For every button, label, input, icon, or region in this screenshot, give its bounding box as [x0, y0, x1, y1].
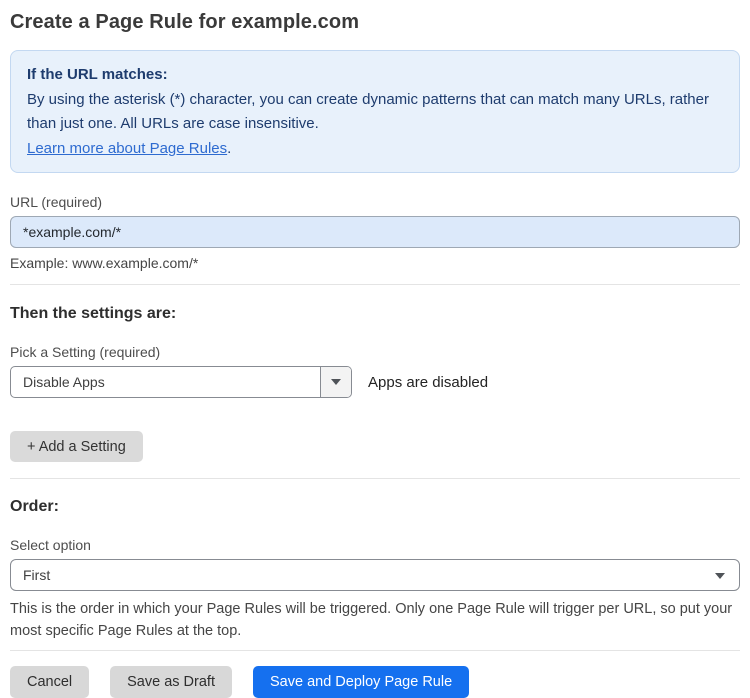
- url-field-label: URL (required): [10, 194, 103, 210]
- chevron-down-icon: [715, 573, 725, 579]
- url-example-helper: Example: www.example.com/*: [10, 255, 199, 271]
- save-and-deploy-button[interactable]: Save and Deploy Page Rule: [252, 666, 470, 698]
- order-section-heading: Order:: [10, 498, 59, 515]
- setting-select[interactable]: Disable Apps: [10, 366, 352, 398]
- url-input[interactable]: [10, 216, 740, 248]
- info-box-link-line: Learn more about Page Rules.: [27, 137, 723, 162]
- order-select-label: Select option: [10, 537, 91, 553]
- setting-select-value: Disable Apps: [23, 374, 105, 390]
- order-select-value: First: [23, 567, 51, 583]
- settings-section-heading: Then the settings are:: [10, 305, 177, 322]
- info-box-heading: If the URL matches:: [27, 66, 168, 83]
- order-select[interactable]: First: [10, 559, 740, 591]
- divider: [10, 478, 740, 479]
- link-period: .: [227, 139, 232, 157]
- info-box-body: By using the asterisk (*) character, you…: [27, 90, 709, 133]
- learn-more-link[interactable]: Learn more about Page Rules: [27, 140, 227, 157]
- chevron-down-icon: [331, 379, 341, 385]
- divider: [10, 650, 740, 651]
- pick-setting-label: Pick a Setting (required): [10, 344, 161, 360]
- page-title: Create a Page Rule for example.com: [10, 11, 360, 33]
- page-rule-form: Create a Page Rule for example.com If th…: [0, 9, 750, 698]
- order-helper-text: This is the order in which your Page Rul…: [10, 601, 733, 639]
- form-actions: Cancel Save as Draft Save and Deploy Pag…: [10, 666, 740, 698]
- cancel-button[interactable]: Cancel: [10, 666, 90, 698]
- save-as-draft-button[interactable]: Save as Draft: [110, 666, 232, 698]
- url-match-info-box: If the URL matches: By using the asteris…: [10, 50, 740, 173]
- setting-select-caret-button[interactable]: [320, 367, 351, 397]
- setting-row: Disable Apps Apps are disabled: [10, 366, 740, 398]
- setting-status-text: Apps are disabled: [368, 373, 489, 391]
- divider: [10, 284, 740, 285]
- add-setting-button[interactable]: + Add a Setting: [10, 431, 143, 462]
